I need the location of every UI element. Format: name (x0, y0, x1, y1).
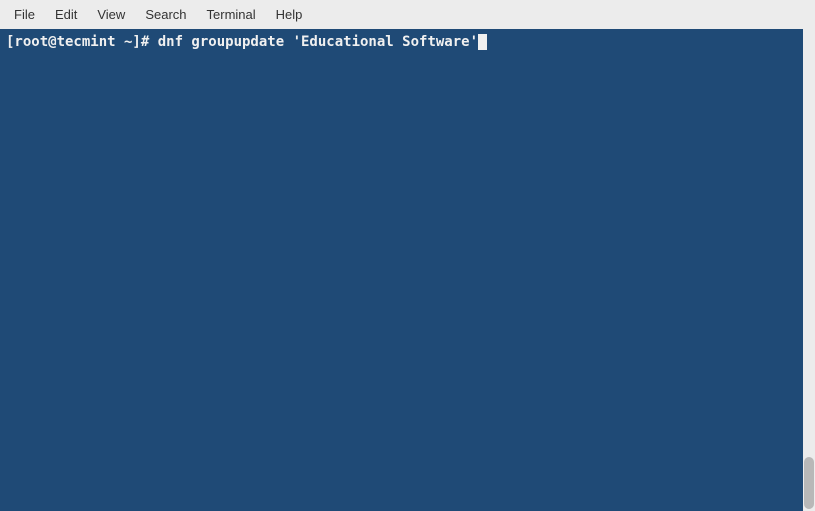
menubar: File Edit View Search Terminal Help (0, 0, 815, 29)
menu-help[interactable]: Help (266, 3, 313, 26)
menu-file[interactable]: File (4, 3, 45, 26)
terminal[interactable]: [root@tecmint ~]# dnf groupupdate 'Educa… (0, 29, 803, 511)
terminal-container: [root@tecmint ~]# dnf groupupdate 'Educa… (0, 29, 815, 511)
scroll-thumb[interactable] (804, 457, 814, 509)
shell-prompt: [root@tecmint ~]# (6, 34, 158, 50)
menu-search[interactable]: Search (135, 3, 196, 26)
prompt-line: [root@tecmint ~]# dnf groupupdate 'Educa… (6, 33, 797, 51)
menu-terminal[interactable]: Terminal (197, 3, 266, 26)
scrollbar[interactable] (803, 29, 815, 511)
menu-view[interactable]: View (87, 3, 135, 26)
cursor (478, 34, 487, 50)
menu-edit[interactable]: Edit (45, 3, 87, 26)
command-text: dnf groupupdate 'Educational Software' (158, 34, 478, 50)
